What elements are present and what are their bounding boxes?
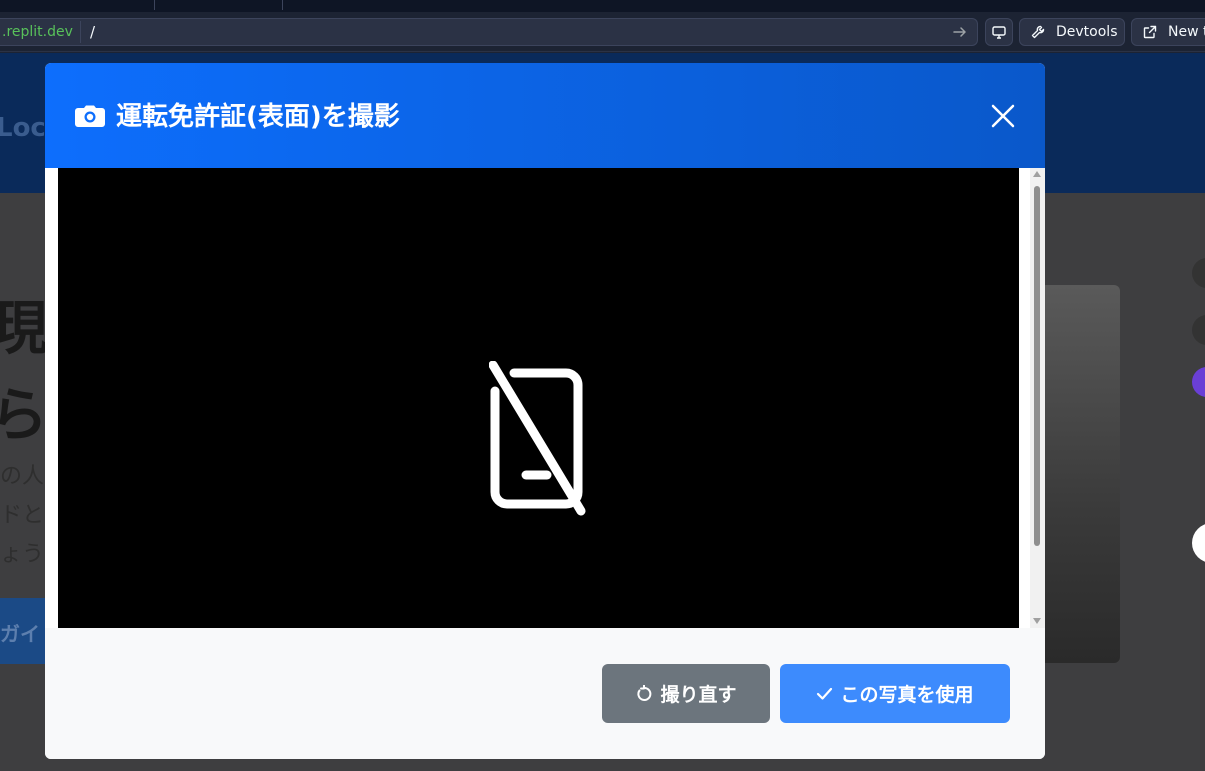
use-photo-label: この写真を使用 <box>840 684 974 706</box>
modal-header: 運転免許証(表面)を撮影 <box>45 63 1045 168</box>
new-tab-button[interactable]: New ta <box>1131 18 1205 46</box>
url-divider <box>80 21 81 43</box>
retake-button[interactable]: 撮り直す <box>602 664 770 723</box>
close-icon[interactable] <box>990 103 1016 129</box>
modal-scrollbar[interactable] <box>1030 168 1045 628</box>
url-path[interactable]: / <box>90 23 95 41</box>
url-field[interactable]: .replit.dev / <box>0 18 978 46</box>
external-link-icon <box>1143 25 1157 39</box>
wrench-icon <box>1031 25 1045 39</box>
scroll-down-arrow-icon[interactable] <box>1033 618 1041 624</box>
url-domain: .replit.dev <box>2 24 73 40</box>
browser-toolbar: .replit.dev / Devtools New ta <box>0 12 1205 52</box>
new-tab-label: New ta <box>1168 24 1205 40</box>
use-photo-button[interactable]: この写真を使用 <box>780 664 1010 723</box>
check-icon <box>817 687 833 700</box>
tab-separator <box>154 0 155 10</box>
modal-title: 運転免許証(表面)を撮影 <box>116 102 400 132</box>
devtools-button[interactable]: Devtools <box>1019 18 1125 46</box>
modal-body <box>45 168 1045 628</box>
rotate-icon <box>637 684 652 701</box>
browser-tabstrip <box>0 0 1205 12</box>
monitor-icon <box>992 26 1006 39</box>
tab-separator <box>282 0 283 10</box>
camera-preview <box>58 168 1019 628</box>
arrow-right-icon[interactable] <box>951 23 969 41</box>
modal-footer: 撮り直す この写真を使用 <box>45 628 1045 759</box>
screen-button[interactable] <box>985 18 1013 46</box>
mobile-off-icon <box>489 361 586 516</box>
camera-modal: 運転免許証(表面)を撮影 撮り直す この写真を使用 <box>45 63 1045 759</box>
devtools-label: Devtools <box>1056 24 1118 40</box>
retake-label: 撮り直す <box>660 684 737 706</box>
scroll-up-arrow-icon[interactable] <box>1033 171 1041 177</box>
camera-icon <box>75 105 105 127</box>
scroll-thumb[interactable] <box>1034 186 1040 546</box>
